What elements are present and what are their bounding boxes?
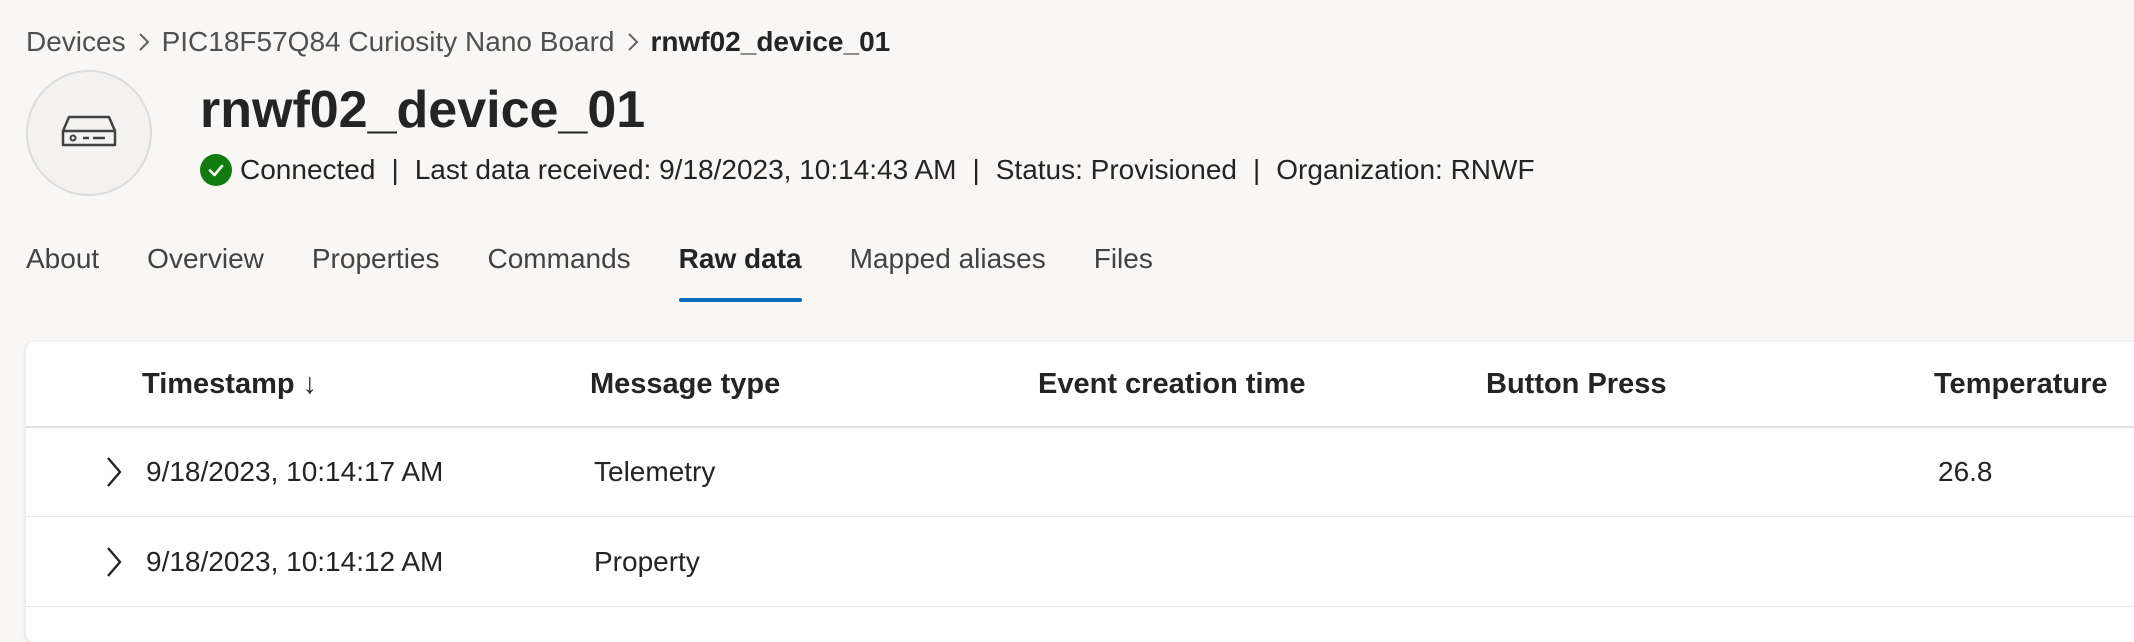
tab-about[interactable]: About (26, 236, 99, 302)
breadcrumb-devices[interactable]: Devices (26, 26, 126, 58)
breadcrumb-current: rnwf02_device_01 (650, 26, 891, 57)
device-avatar (26, 70, 152, 196)
chevron-right-icon[interactable] (96, 544, 132, 580)
column-header-temperature[interactable]: Temperature (1934, 342, 2108, 426)
cell-message-type: Property (594, 546, 700, 577)
column-header-event-creation-time[interactable]: Event creation time (1038, 342, 1306, 426)
tab-mapped-aliases[interactable]: Mapped aliases (850, 236, 1046, 302)
cell-timestamp: 9/18/2023, 10:14:12 AM (146, 546, 444, 577)
column-header-message-type[interactable]: Message type (590, 342, 780, 426)
breadcrumb: Devices PIC18F57Q84 Curiosity Nano Board… (26, 22, 890, 62)
tab-overview[interactable]: Overview (147, 236, 264, 302)
cell-temperature: 26.8 (1938, 456, 1993, 487)
table-header: Timestamp ↓ Message type Event creation … (26, 342, 2134, 428)
chevron-right-icon (625, 30, 641, 54)
device-icon (59, 113, 119, 154)
organization: Organization: RNWF (1276, 154, 1535, 185)
cell-message-type: Telemetry (594, 456, 716, 487)
provisioning-status: Status: Provisioned (995, 154, 1237, 185)
separator: | (1252, 154, 1261, 185)
breadcrumb-device-template[interactable]: PIC18F57Q84 Curiosity Nano Board (162, 26, 615, 58)
device-status-line: Connected | Last data received: 9/18/202… (200, 150, 1535, 190)
raw-data-table: Timestamp ↓ Message type Event creation … (26, 342, 2134, 642)
checkmark-circle-icon (200, 154, 232, 186)
column-header-timestamp[interactable]: Timestamp ↓ (142, 342, 317, 426)
tab-properties[interactable]: Properties (312, 236, 440, 302)
last-data-received: Last data received: 9/18/2023, 10:14:43 … (414, 154, 957, 185)
table-row[interactable]: 9/18/2023, 10:14:17 AM Telemetry 26.8 (26, 428, 2134, 517)
connection-status: Connected (240, 154, 376, 185)
separator: | (972, 154, 980, 185)
chevron-right-icon[interactable] (96, 454, 132, 490)
column-header-button-press[interactable]: Button Press (1486, 342, 1666, 426)
tab-list: About Overview Properties Commands Raw d… (26, 236, 1201, 302)
chevron-right-icon (136, 30, 152, 54)
page-title: rnwf02_device_01 (200, 81, 646, 139)
tab-raw-data[interactable]: Raw data (678, 236, 802, 302)
tab-files[interactable]: Files (1094, 236, 1153, 302)
cell-timestamp: 9/18/2023, 10:14:17 AM (146, 456, 444, 487)
tab-commands[interactable]: Commands (488, 236, 631, 302)
separator: | (391, 154, 399, 185)
table-row[interactable]: 9/18/2023, 10:14:12 AM Property (26, 518, 2134, 607)
